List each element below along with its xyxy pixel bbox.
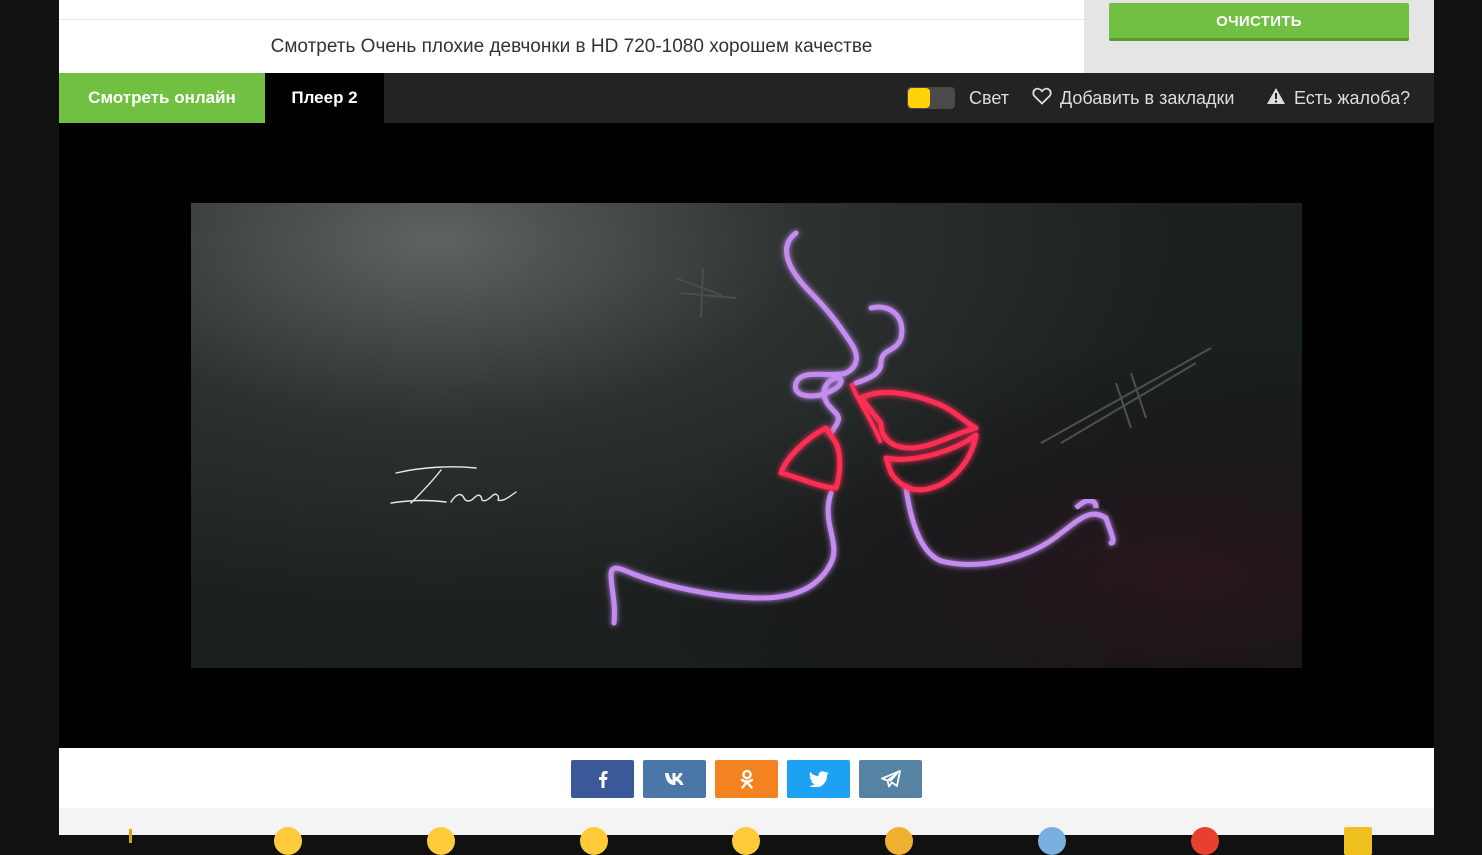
reaction-cry-icon[interactable] [1038,827,1066,855]
share-facebook-button[interactable] [571,760,634,798]
heart-outline-icon [1032,87,1052,110]
toggle-icon[interactable] [907,87,955,109]
tab-player-2[interactable]: Плеер 2 [265,73,384,123]
light-toggle[interactable]: Свет [907,73,1009,123]
bookmark-label: Добавить в закладки [1060,87,1235,108]
page: Смотреть Очень плохие девчонки в HD 720-… [59,0,1434,855]
reaction-cool-icon[interactable] [885,827,913,855]
share-twitter-button[interactable] [787,760,850,798]
video-player[interactable] [59,123,1434,748]
facebook-icon [598,771,608,788]
twitter-icon [808,771,828,787]
title-bar: Смотреть Очень плохие девчонки в HD 720-… [59,0,1084,73]
reaction-wow-icon[interactable] [580,827,608,855]
share-ok-button[interactable] [715,760,778,798]
side-panel: ОЧИСТИТЬ [1084,0,1434,73]
reaction-angry-icon[interactable] [1191,827,1219,855]
share-telegram-button[interactable] [859,760,922,798]
odnoklassniki-icon [740,769,753,789]
divider [59,19,1084,20]
neon-artwork [191,203,1302,668]
report-button[interactable]: Есть жалоба? [1266,73,1410,123]
tab-watch-online[interactable]: Смотреть онлайн [59,73,265,123]
video-frame[interactable] [191,203,1302,668]
warning-triangle-icon [1266,87,1286,110]
reaction-other-icon[interactable] [1344,827,1372,855]
page-title: Смотреть Очень плохие девчонки в HD 720-… [270,36,873,57]
signature-logo [390,466,517,504]
light-label: Свет [969,87,1010,108]
share-vk-button[interactable] [643,760,706,798]
telegram-icon [880,770,901,788]
reaction-laugh-icon[interactable] [427,827,455,855]
player-tabbar: Смотреть онлайн Плеер 2 Свет Добавить в … [59,73,1434,123]
clear-button[interactable]: ОЧИСТИТЬ [1109,3,1409,41]
bookmark-button[interactable]: Добавить в закладки [1032,73,1234,123]
report-label: Есть жалоба? [1294,87,1411,108]
reaction-like-icon[interactable] [129,829,146,843]
reaction-smile-icon[interactable] [274,827,302,855]
reaction-sad-icon[interactable] [732,827,760,855]
toggle-knob [908,88,930,108]
share-bar [59,748,1434,808]
vk-icon [664,773,683,785]
reactions-row [59,808,1434,855]
